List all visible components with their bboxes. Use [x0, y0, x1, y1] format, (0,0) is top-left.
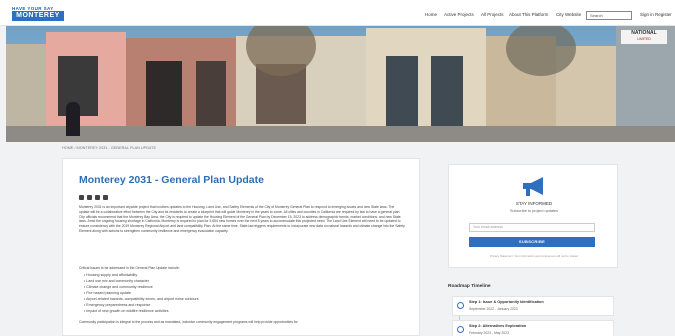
bullet-item: • Airport-related hazards, compatibility…	[84, 297, 199, 301]
twitter-icon[interactable]	[87, 195, 92, 200]
bullet-text: Housing supply and affordability	[86, 273, 138, 277]
bullet-text: Land use mix and community character	[86, 279, 149, 283]
email-share-icon[interactable]	[103, 195, 108, 200]
bullet-text: Airport-related hazards, compatibility z…	[86, 297, 199, 301]
email-field[interactable]: Your email address	[469, 223, 595, 232]
roadmap-title: Roadmap Timeline	[448, 284, 491, 289]
bullet-item: • Emergency preparedness and response	[84, 303, 151, 307]
signin-link[interactable]: Sign in	[640, 12, 654, 20]
bullet-text: Impact of new growth on wildfire resilie…	[86, 309, 169, 313]
nav-link-city-website[interactable]: City Website	[556, 12, 581, 20]
search-input[interactable]: Search	[586, 11, 632, 20]
subscribe-widget: STAY INFORMED Subscribe to project updat…	[448, 164, 618, 268]
linkedin-icon[interactable]	[95, 195, 100, 200]
nav-link-about-platform[interactable]: About This Platform	[509, 12, 548, 20]
step-heading: Step 1: Issue & Opportunity Identificati…	[469, 300, 544, 304]
top-navigation-bar: HAVE YOUR SAY MONTEREY Home Active Proje…	[0, 0, 675, 26]
bullet-text: Climate change and community resilience	[86, 285, 153, 289]
step-heading: Step 2: Alternatives Exploration	[469, 324, 527, 328]
nav-link-active-projects[interactable]: Active Projects	[444, 12, 474, 20]
bullet-item: • Climate change and community resilienc…	[84, 285, 153, 289]
sign-top-text: NATIONAL	[631, 30, 657, 36]
subscribe-subtitle: Subscribe to project updates	[509, 209, 559, 213]
site-logo[interactable]: HAVE YOUR SAY MONTEREY	[12, 6, 68, 22]
register-link[interactable]: Register	[655, 12, 672, 20]
page-title: Monterey 2031 - General Plan Update	[79, 174, 264, 186]
bullet-item: • Fire hazard planning update	[84, 291, 132, 295]
bullet-item: • Housing supply and affordability	[84, 273, 138, 277]
sign-bottom-text: LIMITED	[637, 37, 651, 41]
hero-image: NATIONAL LIMITED	[6, 26, 675, 142]
bullet-text: Fire hazard planning update	[86, 291, 132, 295]
bullet-text: Emergency preparedness and response	[86, 303, 151, 307]
nav-link-home[interactable]: Home	[425, 12, 437, 20]
megaphone-icon	[523, 177, 543, 196]
timeline-dot-icon	[457, 326, 464, 333]
timeline-step[interactable]: Step 1: Issue & Opportunity Identificati…	[452, 296, 614, 316]
timeline-step[interactable]: Step 2: Alternatives Exploration Februar…	[452, 320, 614, 336]
national-sign: NATIONAL LIMITED	[621, 30, 667, 44]
subscribe-title: STAY INFORMED	[515, 201, 553, 206]
logo-name: MONTEREY	[12, 11, 64, 21]
nav-link-all-projects[interactable]: All Projects	[481, 12, 504, 20]
roadmap-timeline: Roadmap Timeline Step 1: Issue & Opportu…	[448, 280, 618, 336]
project-description: Monterey 2031 is an important citywide p…	[79, 205, 405, 233]
facebook-icon[interactable]	[79, 195, 84, 200]
subscribe-button[interactable]: SUBSCRIBE	[469, 237, 595, 247]
issues-intro: Critical issues to be addressed in the G…	[79, 266, 180, 270]
closing-paragraph: Community participation is integral to t…	[79, 320, 298, 324]
bullet-item: • Land use mix and community character	[84, 279, 149, 283]
bullet-item: • Impact of new growth on wildfire resil…	[84, 309, 169, 313]
timeline-dot-icon	[457, 302, 464, 309]
step-date: September 2022 - January 2023	[469, 307, 518, 311]
privacy-note: Privacy Statement: Your information and …	[490, 254, 578, 258]
breadcrumb[interactable]: HOME / MONTEREY 2031 - GENERAL PLAN UPDA…	[62, 146, 156, 150]
step-date: February 2023 - May 2023	[469, 331, 509, 335]
project-content-card: Monterey 2031 - General Plan Update Mont…	[62, 158, 420, 336]
